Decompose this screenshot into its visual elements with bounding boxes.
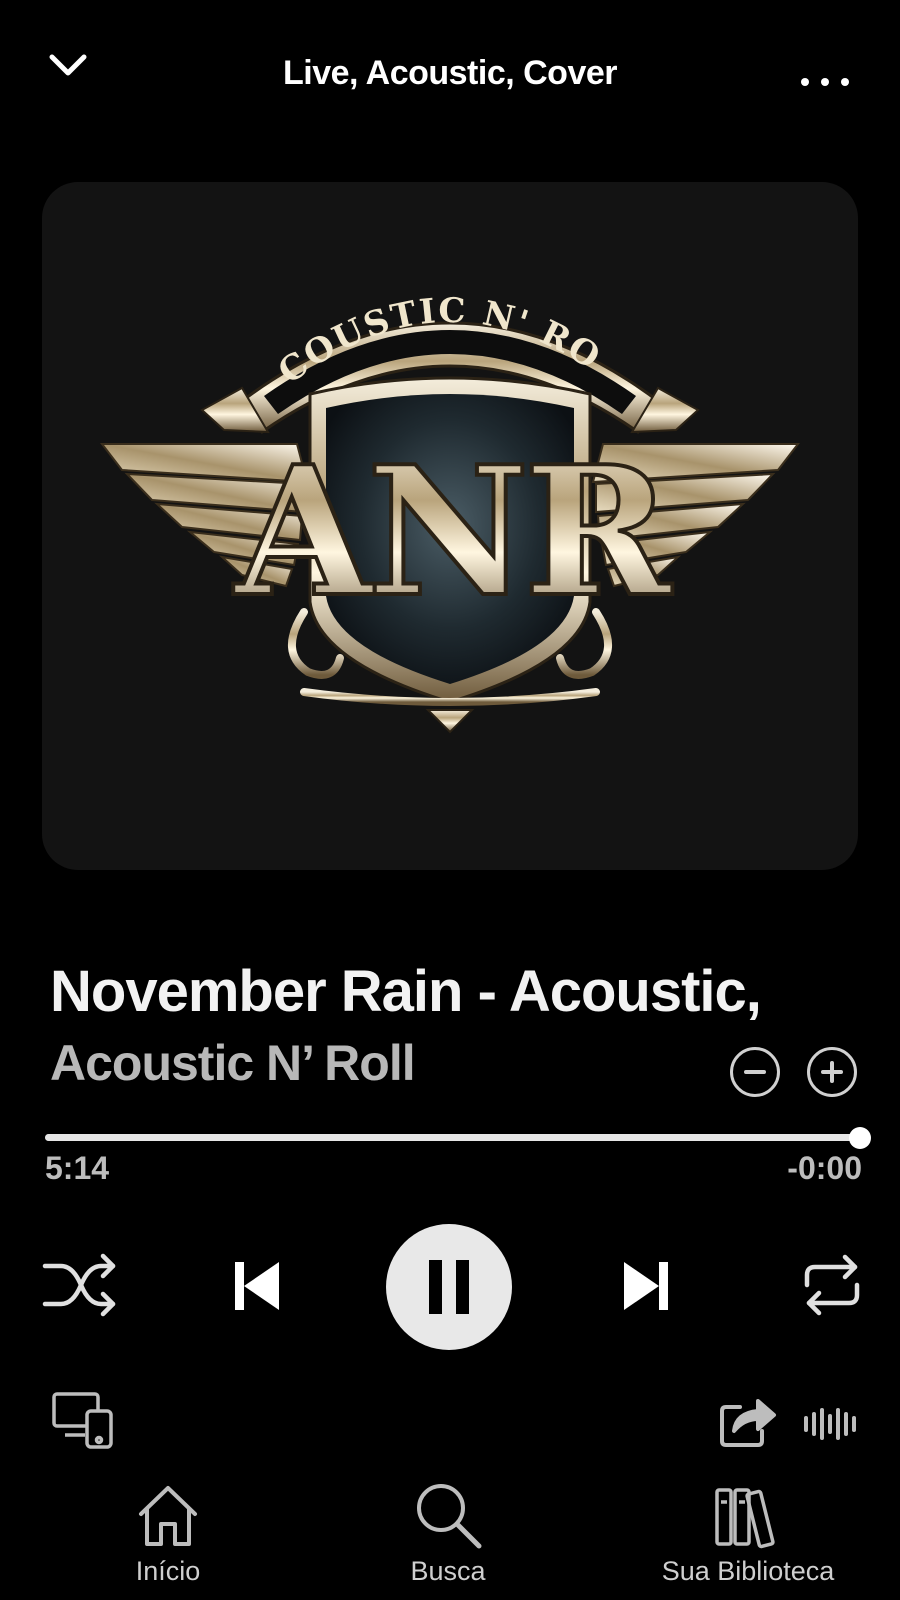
band-logo: ACOUSTIC N' ROLL ANR bbox=[42, 182, 801, 734]
nav-label-home: Início bbox=[135, 1556, 201, 1586]
nav-item-search[interactable]: Busca bbox=[398, 1470, 498, 1587]
lyrics-visualizer-button[interactable] bbox=[800, 1402, 864, 1446]
nav-item-library[interactable]: Sua Biblioteca bbox=[648, 1470, 848, 1587]
next-button[interactable] bbox=[616, 1255, 678, 1317]
repeat-icon bbox=[804, 1254, 860, 1316]
player-header: Live, Acoustic, Cover bbox=[0, 0, 900, 150]
devices-icon bbox=[52, 1392, 113, 1449]
track-artist[interactable]: Acoustic N’ Roll bbox=[50, 1034, 416, 1092]
track-title: November Rain - Acoustic, bbox=[50, 959, 762, 1024]
library-icon bbox=[715, 1488, 775, 1549]
svg-text:ANR: ANR bbox=[233, 427, 673, 636]
connect-devices-button[interactable] bbox=[48, 1390, 118, 1450]
remaining-time: -0:00 bbox=[787, 1150, 862, 1186]
progress-fill bbox=[45, 1134, 860, 1141]
elapsed-time: 5:14 bbox=[45, 1150, 110, 1186]
shuffle-button[interactable] bbox=[40, 1250, 120, 1320]
more-options-button[interactable] bbox=[790, 62, 860, 102]
album-cover: ACOUSTIC N' ROLL ANR bbox=[42, 182, 858, 870]
bottom-navigation: Início Busca Sua Biblioteca bbox=[0, 1470, 900, 1600]
equalizer-icon bbox=[804, 1408, 856, 1440]
share-icon bbox=[720, 1399, 776, 1447]
repeat-button[interactable] bbox=[800, 1252, 864, 1318]
nav-label-search: Busca bbox=[410, 1556, 486, 1586]
home-icon bbox=[139, 1486, 197, 1546]
playlist-title: Live, Acoustic, Cover bbox=[282, 54, 618, 92]
skip-previous-icon bbox=[235, 1262, 279, 1310]
minus-icon bbox=[744, 1070, 766, 1074]
pause-icon bbox=[429, 1260, 469, 1314]
progress-handle[interactable] bbox=[849, 1127, 871, 1149]
shuffle-icon bbox=[42, 1253, 116, 1317]
skip-next-icon bbox=[624, 1262, 668, 1310]
previous-button[interactable] bbox=[225, 1255, 287, 1317]
nav-item-home[interactable]: Início bbox=[118, 1470, 218, 1587]
pause-button[interactable] bbox=[386, 1224, 512, 1350]
plus-icon bbox=[821, 1061, 843, 1083]
progress-bar[interactable] bbox=[45, 1126, 871, 1150]
add-button[interactable] bbox=[807, 1047, 857, 1097]
remove-button[interactable] bbox=[730, 1047, 780, 1097]
share-button[interactable] bbox=[716, 1392, 780, 1450]
search-icon bbox=[417, 1484, 482, 1549]
nav-label-library: Sua Biblioteca bbox=[661, 1556, 835, 1586]
more-dots-icon bbox=[801, 78, 849, 86]
